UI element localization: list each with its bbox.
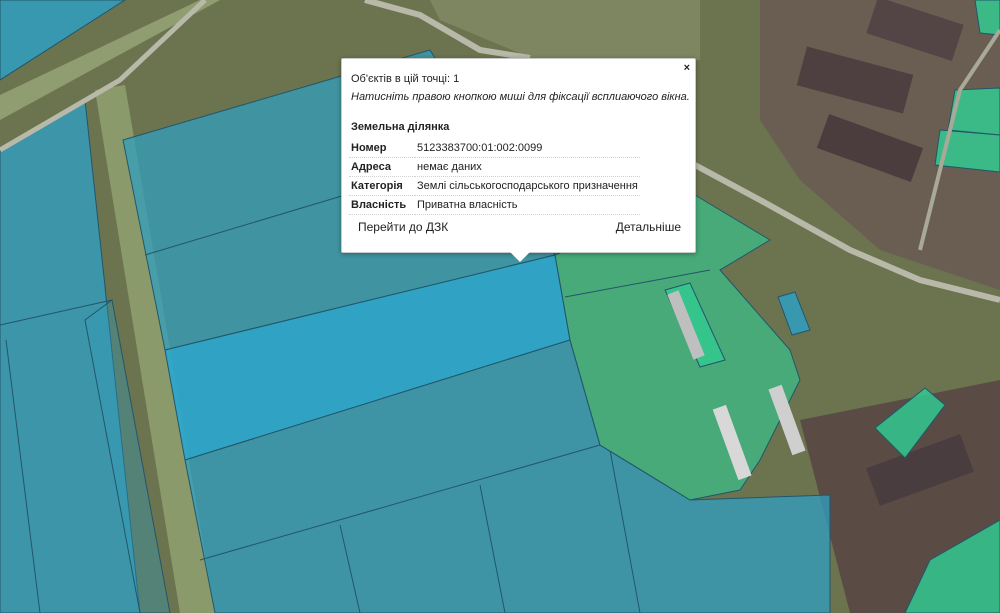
goto-dzk-button[interactable]: Перейти до ДЗК: [352, 217, 454, 237]
parcel-title: Земельна ділянка: [351, 121, 450, 133]
property-key: Категорія: [349, 176, 415, 196]
property-row-number: Номер 5123383700:01:002:0099: [349, 139, 640, 158]
popup-hint: Натисніть правою кнопкою миші для фіксац…: [351, 91, 690, 103]
property-row-ownership: Власність Приватна власність: [349, 195, 640, 215]
details-button[interactable]: Детальніше: [610, 217, 687, 237]
parcel-properties-table: Номер 5123383700:01:002:0099 Адреса нема…: [349, 139, 640, 215]
property-value: немає даних: [415, 157, 640, 177]
property-row-address: Адреса немає даних: [349, 157, 640, 177]
property-key: Номер: [349, 139, 415, 158]
property-key: Власність: [349, 195, 415, 215]
popup-pointer: [510, 252, 530, 262]
property-key: Адреса: [349, 157, 415, 177]
property-value: Землі сільськогосподарського призначення: [415, 176, 640, 196]
objects-count: Об'єктів в цій точці: 1: [351, 73, 460, 85]
property-row-category: Категорія Землі сільськогосподарського п…: [349, 176, 640, 196]
parcel-info-popup: × Об'єктів в цій точці: 1 Натисніть прав…: [341, 58, 696, 253]
property-value: 5123383700:01:002:0099: [415, 139, 640, 158]
property-value: Приватна власність: [415, 195, 640, 215]
close-icon[interactable]: ×: [684, 62, 690, 74]
